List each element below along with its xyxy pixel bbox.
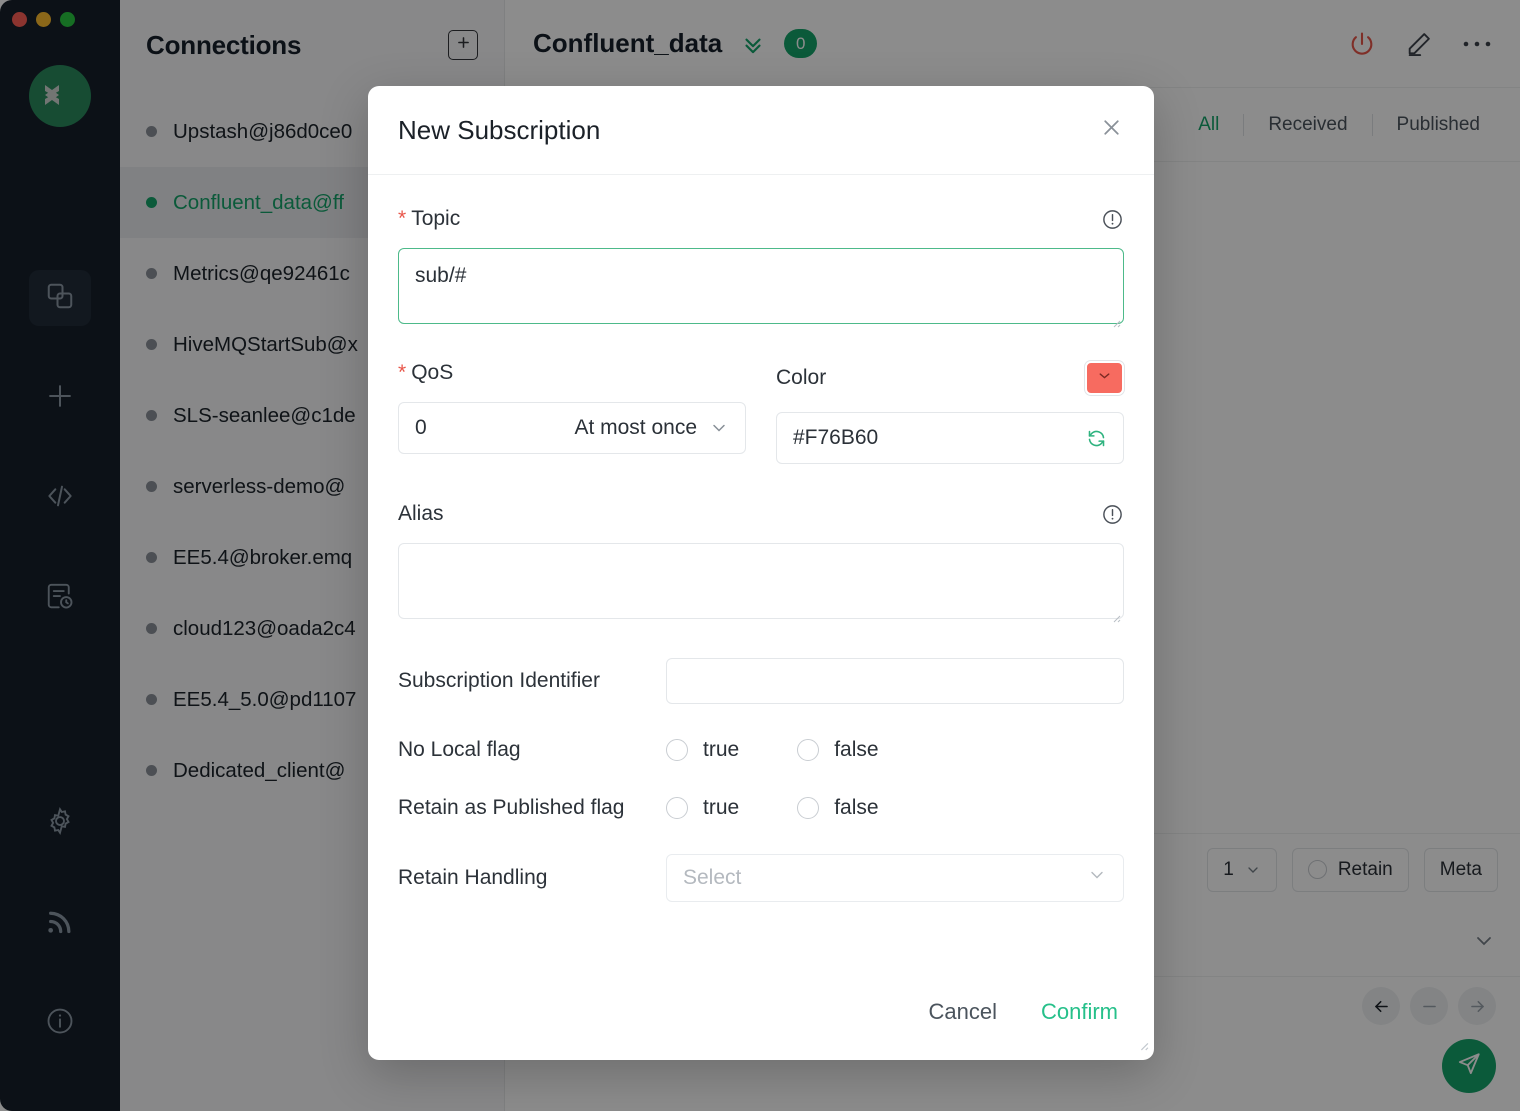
alias-label: Alias [398,502,444,526]
required-asterisk: * [398,361,406,384]
chevron-down-icon [1087,865,1107,891]
color-swatch-button[interactable] [1085,361,1124,395]
subscription-identifier-label: Subscription Identifier [398,669,666,693]
dialog-title: New Subscription [398,115,600,146]
alias-input-wrapper [398,543,1124,624]
qos-label-row: *QoS [398,361,746,385]
topic-input[interactable] [398,248,1124,324]
chevron-down-icon [709,418,729,438]
qos-value: 0 [415,416,427,440]
no-local-flag-false[interactable]: false [797,738,878,762]
no-local-flag-true[interactable]: true [666,738,739,762]
exclamation-circle-icon[interactable] [1101,503,1124,526]
qos-value-text: At most once [574,416,697,440]
radio-label: true [703,738,739,762]
retain-handling-placeholder: Select [683,866,741,890]
alias-label-row: Alias [398,502,1124,526]
dialog-resize-handle-icon [1136,1038,1149,1056]
refresh-icon[interactable] [1086,428,1107,449]
topic-label: *Topic [398,207,460,231]
subscription-identifier-input[interactable] [666,658,1124,704]
close-icon[interactable] [1099,115,1124,145]
dialog-header: New Subscription [368,86,1154,175]
topic-label-row: *Topic [398,207,1124,231]
retain-as-published-row: Retain as Published flag true false [398,796,1124,820]
retain-as-published-label: Retain as Published flag [398,796,666,820]
exclamation-circle-icon[interactable] [1101,208,1124,231]
retain-as-published-false[interactable]: false [797,796,878,820]
radio-circle-icon [666,797,688,819]
radio-circle-icon [666,739,688,761]
retain-handling-row: Retain Handling Select [398,854,1124,902]
qos-column: *QoS 0 At most once [398,361,746,464]
app-window: Connections Upstash@j86d0ce0 Confluent_d… [0,0,1520,1111]
qos-label: *QoS [398,361,453,385]
no-local-flag-radios: true false [666,738,879,762]
color-hex-value: #F76B60 [793,426,878,450]
confirm-button[interactable]: Confirm [1041,999,1118,1025]
chevron-down-icon [1096,367,1113,389]
color-column: Color #F76B60 [776,361,1124,464]
required-asterisk: * [398,207,406,230]
color-label: Color [776,366,826,390]
color-label-row: Color [776,361,1124,395]
radio-label: true [703,796,739,820]
radio-label: false [834,738,878,762]
radio-label: false [834,796,878,820]
dialog-footer: Cancel Confirm [368,964,1154,1060]
subscription-identifier-row: Subscription Identifier [398,658,1124,704]
no-local-flag-row: No Local flag true false [398,738,1124,762]
color-hex-input[interactable]: #F76B60 [776,412,1124,464]
no-local-flag-label: No Local flag [398,738,666,762]
qos-color-row: *QoS 0 At most once Color [398,361,1124,464]
new-subscription-dialog: New Subscription *Topic [368,86,1154,1060]
radio-circle-icon [797,797,819,819]
retain-handling-label: Retain Handling [398,866,666,890]
retain-as-published-true[interactable]: true [666,796,739,820]
retain-as-published-radios: true false [666,796,879,820]
cancel-button[interactable]: Cancel [929,999,997,1025]
alias-input[interactable] [398,543,1124,619]
topic-input-wrapper [398,248,1124,329]
radio-circle-icon [797,739,819,761]
topic-label-text: Topic [411,207,460,230]
qos-select[interactable]: 0 At most once [398,402,746,454]
qos-label-text: QoS [411,361,453,384]
dialog-body: *Topic *QoS [368,175,1154,964]
retain-handling-select[interactable]: Select [666,854,1124,902]
